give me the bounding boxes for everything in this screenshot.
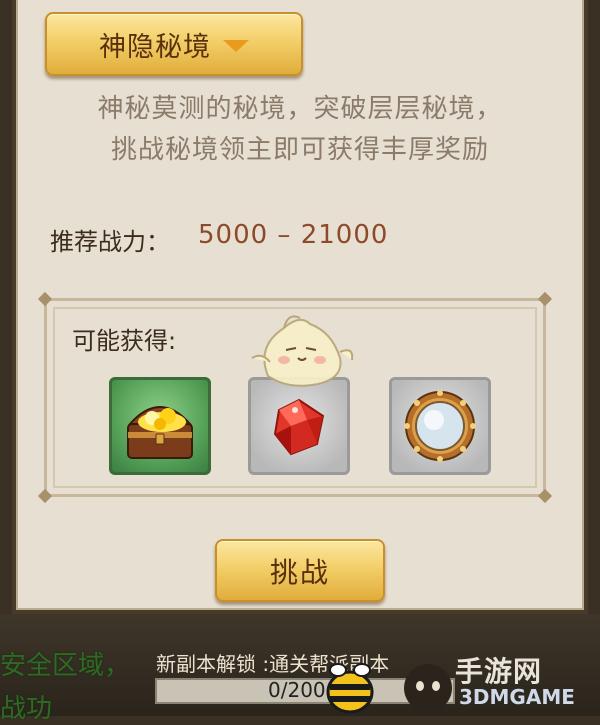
description-line-1: 神秘莫测的秘境，突破层层秘境， (97, 94, 503, 124)
watermark-cn: 手游网 (455, 655, 543, 688)
unlock-progress-text: 0/200 (268, 678, 326, 702)
mirror-orb-icon (404, 390, 476, 462)
watermark-en: 3DMGAME (459, 685, 575, 709)
treasure-chest-icon (127, 406, 193, 459)
mascot-watermark-icon (251, 315, 354, 387)
dungeon-select-dropdown[interactable]: 神隐秘境 (45, 12, 303, 76)
recommended-power-value: 5000 – 21000 (198, 220, 389, 250)
left-message-line-2: 战功 (0, 694, 53, 724)
dungeon-select-label: 神隐秘境 (99, 31, 211, 63)
reward-slot-treasure-chest[interactable] (109, 377, 211, 475)
recommended-power-label: 推荐战力： (50, 228, 170, 256)
reward-slot-mirror-orb[interactable] (389, 377, 491, 475)
reward-title: 可能获得: (72, 327, 177, 355)
chevron-down-icon (223, 40, 249, 52)
character-face-icon (404, 664, 452, 712)
challenge-button-label: 挑战 (269, 555, 330, 589)
description-line-2: 挑战秘境领主即可获得丰厚奖励 (110, 135, 489, 165)
bee-logo-icon (326, 663, 374, 714)
red-gem-icon (273, 398, 325, 456)
left-message-line-1: 安全区域， (0, 651, 131, 681)
challenge-button[interactable]: 挑战 (215, 539, 385, 602)
